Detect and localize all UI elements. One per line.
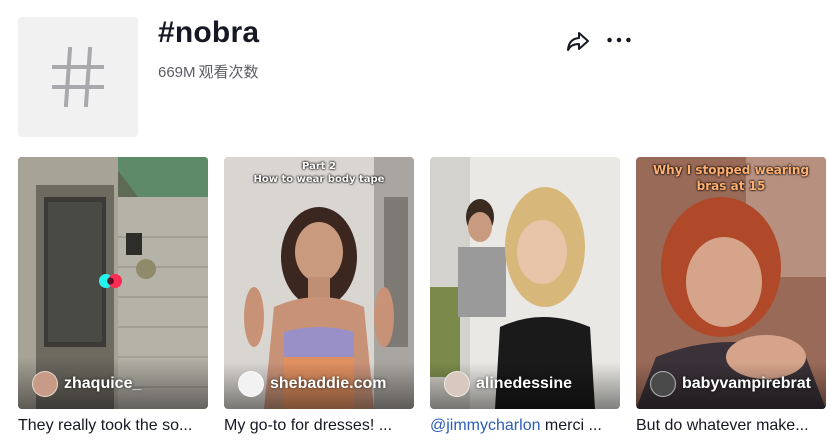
avatar: [32, 371, 58, 397]
video-thumbnail[interactable]: Part 2 How to wear body tape shebaddie.c…: [224, 157, 414, 409]
video-card[interactable]: zhaquice_ They really took the so...: [18, 157, 208, 435]
page-title: #nobra: [158, 16, 260, 49]
author-name: zhaquice_: [64, 375, 142, 392]
video-caption[interactable]: But do whatever make...: [636, 417, 826, 435]
record-dots-icon: [99, 274, 122, 288]
video-thumbnail[interactable]: zhaquice_: [18, 157, 208, 409]
caption-text: merci ...: [540, 417, 602, 434]
video-caption[interactable]: @jimmycharlon merci ...: [430, 417, 620, 435]
video-card[interactable]: Part 2 How to wear body tape shebaddie.c…: [224, 157, 414, 435]
views-count: 669M 观看次数: [158, 61, 262, 82]
video-overlay-line2: bras at 15: [696, 179, 766, 193]
video-overlay-line1: Part 2: [302, 161, 336, 172]
video-caption[interactable]: They really took the so...: [18, 417, 208, 435]
video-caption[interactable]: My go-to for dresses! ...: [224, 417, 414, 435]
share-icon: [567, 32, 589, 51]
share-button[interactable]: [565, 28, 591, 54]
caption-mention[interactable]: @jimmycharlon: [430, 417, 540, 434]
views-number: 669M: [158, 64, 196, 81]
video-thumbnail[interactable]: alinedessine: [430, 157, 620, 409]
avatar: [650, 371, 676, 397]
video-thumbnail[interactable]: Why I stopped wearing bras at 15 babyvam…: [636, 157, 826, 409]
hashtag-avatar: [18, 17, 138, 137]
views-label: 观看次数: [198, 64, 259, 81]
author-name: shebaddie.com: [270, 375, 387, 392]
video-overlay-line2: How to wear body tape: [253, 174, 385, 185]
more-options-button[interactable]: [605, 28, 633, 52]
video-card[interactable]: alinedessine @jimmycharlon merci ...: [430, 157, 620, 435]
author-name: alinedessine: [476, 375, 573, 392]
video-author[interactable]: zhaquice_: [32, 371, 141, 397]
video-author[interactable]: babyvampirebrat: [650, 371, 811, 397]
video-author[interactable]: alinedessine: [444, 371, 572, 397]
avatar: [444, 371, 470, 397]
hashtag-icon: [52, 46, 104, 108]
video-overlay-line1: Why I stopped wearing: [652, 163, 810, 177]
video-author[interactable]: shebaddie.com: [238, 371, 386, 397]
author-name: babyvampirebrat: [682, 375, 811, 392]
video-card[interactable]: Why I stopped wearing bras at 15 babyvam…: [636, 157, 826, 435]
avatar: [238, 371, 264, 397]
more-dots-icon: [607, 37, 631, 43]
